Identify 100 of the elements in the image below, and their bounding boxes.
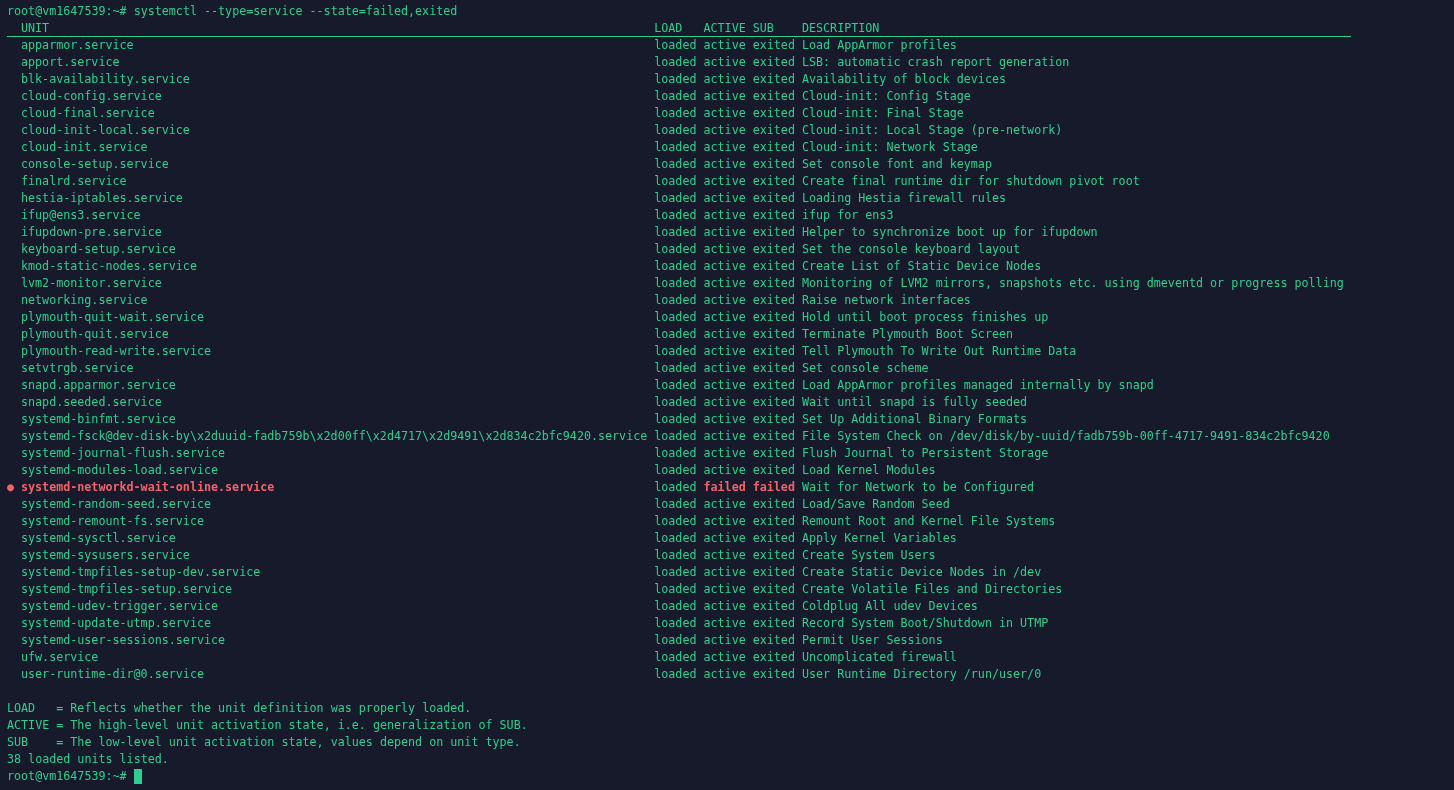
table-cell-text: loaded	[654, 513, 698, 530]
table-cell-text: active	[703, 666, 747, 683]
column-header: LOAD	[654, 20, 704, 37]
table-cell-text: exited	[752, 258, 796, 275]
table-cell-text: Tell Plymouth To Write Out Runtime Data	[801, 343, 1078, 360]
table-cell-text: exited	[752, 581, 796, 598]
table-cell-text: kmod-static-nodes.service	[21, 258, 198, 275]
table-cell-text: exited	[752, 462, 796, 479]
table-cell-text: exited	[752, 173, 796, 190]
table-cell-text: active	[703, 411, 747, 428]
table-cell-text: systemd-udev-trigger.service	[21, 598, 220, 615]
table-cell-text: exited	[752, 292, 796, 309]
table-cell-text: systemd-sysusers.service	[21, 547, 191, 564]
table-cell-text: failed	[752, 479, 796, 496]
table-cell-text: loaded	[654, 428, 698, 445]
table-cell-text: Cloud-init: Network Stage	[801, 139, 979, 156]
table-cell-text: loaded	[654, 139, 698, 156]
table-cell-text: plymouth-quit.service	[21, 326, 170, 343]
prompt-text: root@vm1647539:~#	[7, 768, 127, 785]
table-cell-text: Cloud-init: Local Stage (pre-network)	[801, 122, 1064, 139]
failed-marker: ●	[7, 479, 15, 496]
legend-text: SUB = The low-level unit activation state, values depend on unit type.	[7, 734, 521, 751]
table-cell-text: Loading Hestia firewall rules	[801, 190, 1007, 207]
table-cell-text: exited	[752, 496, 796, 513]
table-cell-text: systemd-remount-fs.service	[21, 513, 205, 530]
table-cell-text: exited	[752, 156, 796, 173]
table-cell-text: active	[703, 139, 747, 156]
table-cell-text: active	[703, 615, 747, 632]
table-cell-text: hestia-iptables.service	[21, 190, 184, 207]
table-cell-text: cloud-init.service	[21, 139, 149, 156]
table-cell-text: exited	[752, 54, 796, 71]
column-header: ACTIVE	[703, 20, 753, 37]
table-cell-text: active	[703, 190, 747, 207]
table-cell-text: Load Kernel Modules	[801, 462, 937, 479]
table-cell-text: loaded	[654, 122, 698, 139]
table-cell-text: exited	[752, 649, 796, 666]
table-cell-text: plymouth-quit-wait.service	[21, 309, 205, 326]
table-cell-text: active	[703, 224, 747, 241]
table-cell-text: loaded	[654, 530, 698, 547]
table-cell-text: systemd-tmpfiles-setup-dev.service	[21, 564, 262, 581]
table-cell-text: active	[703, 275, 747, 292]
table-cell-text: Raise network interfaces	[801, 292, 972, 309]
table-cell-text: apparmor.service	[21, 37, 135, 54]
table-cell-text: Load AppArmor profiles	[801, 37, 958, 54]
table-cell-text: exited	[752, 309, 796, 326]
table-cell-text: exited	[752, 105, 796, 122]
table-cell-text: systemd-update-utmp.service	[21, 615, 212, 632]
table-cell-text: Create Volatile Files and Directories	[801, 581, 1064, 598]
table-cell-text: exited	[752, 241, 796, 258]
table-cell-text: active	[703, 377, 747, 394]
table-cell-text: loaded	[654, 309, 698, 326]
table-cell-text: exited	[752, 564, 796, 581]
table-cell-text: exited	[752, 326, 796, 343]
table-cell-text: Flush Journal to Persistent Storage	[801, 445, 1050, 462]
table-cell-text: exited	[752, 343, 796, 360]
table-cell-text: loaded	[654, 105, 698, 122]
table-cell-text: Hold until boot process finishes up	[801, 309, 1050, 326]
table-cell-text: exited	[752, 190, 796, 207]
table-cell-text: keyboard-setup.service	[21, 241, 177, 258]
table-cell-text: loaded	[654, 71, 698, 88]
table-cell-text: loaded	[654, 394, 698, 411]
table-cell-text: loaded	[654, 479, 698, 496]
table-cell-text: exited	[752, 207, 796, 224]
table-cell-text: active	[703, 513, 747, 530]
table-cell-text: loaded	[654, 224, 698, 241]
table-cell-text: ifupdown-pre.service	[21, 224, 163, 241]
table-cell-text: console-setup.service	[21, 156, 170, 173]
table-cell-text: systemd-networkd-wait-online.service	[21, 479, 276, 496]
table-cell-text: exited	[752, 139, 796, 156]
table-cell-text: exited	[752, 411, 796, 428]
table-cell-text: loaded	[654, 564, 698, 581]
table-cell-text: active	[703, 88, 747, 105]
table-cell-text: systemd-sysctl.service	[21, 530, 177, 547]
table-cell-text: loaded	[654, 343, 698, 360]
table-cell-text: LSB: automatic crash report generation	[801, 54, 1071, 71]
table-cell-text: active	[703, 326, 747, 343]
table-cell-text: finalrd.service	[21, 173, 128, 190]
table-cell-text: loaded	[654, 173, 698, 190]
table-cell-text: Uncomplicated firewall	[801, 649, 958, 666]
table-cell-text: exited	[752, 71, 796, 88]
table-cell-text: active	[703, 394, 747, 411]
summary-text: 38 loaded units listed.	[7, 751, 169, 768]
table-cell-text: Create Static Device Nodes in /dev	[801, 564, 1043, 581]
table-cell-text: loaded	[654, 292, 698, 309]
table-cell-text: exited	[752, 360, 796, 377]
table-cell-text: Terminate Plymouth Boot Screen	[801, 326, 1015, 343]
table-cell-text: cloud-final.service	[21, 105, 156, 122]
table-cell-text: loaded	[654, 156, 698, 173]
legend-text: LOAD = Reflects whether the unit definition was properly loaded.	[7, 700, 472, 717]
table-cell-text: loaded	[654, 360, 698, 377]
table-cell-text: loaded	[654, 496, 698, 513]
legend-text: ACTIVE = The high-level unit activation state, i.e. generalization of SUB.	[7, 717, 528, 734]
table-cell-text: Set console scheme	[801, 360, 930, 377]
table-cell-text: user-runtime-dir@0.service	[21, 666, 205, 683]
table-cell-text: Cloud-init: Final Stage	[801, 105, 965, 122]
table-cell-text: User Runtime Directory /run/user/0	[801, 666, 1043, 683]
table-cell-text: loaded	[654, 615, 698, 632]
table-cell-text: apport.service	[21, 54, 121, 71]
table-cell-text: Record System Boot/Shutdown in UTMP	[801, 615, 1050, 632]
table-cell-text: exited	[752, 88, 796, 105]
